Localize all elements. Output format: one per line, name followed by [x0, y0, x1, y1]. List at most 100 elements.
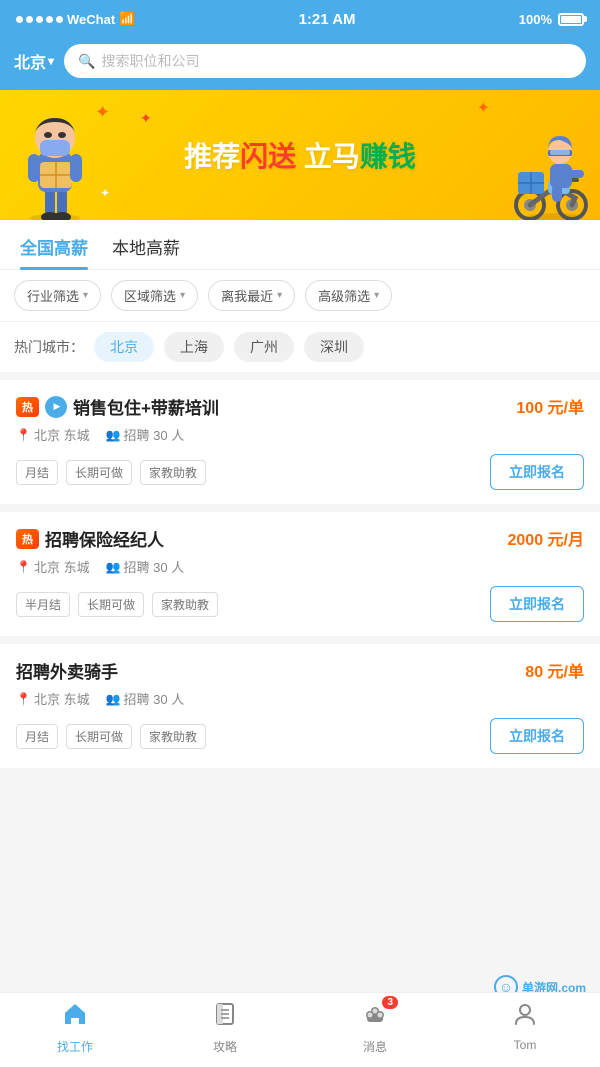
job-recruits-2: 👥 招聘 30 人 — [106, 557, 185, 576]
people-icon-3: 👥 — [106, 692, 121, 706]
nav-find-job[interactable]: 找工作 — [45, 1001, 105, 1055]
status-bar: WeChat 📶 1:21 AM 100% — [0, 0, 600, 36]
job-meta-1: 📍 北京 东城 👥 招聘 30 人 — [16, 425, 584, 444]
job-tags-1: 月结 长期可做 家教助教 — [16, 460, 206, 485]
apply-button-3[interactable]: 立即报名 — [490, 718, 584, 754]
banner-text2: 立马 — [296, 141, 360, 172]
tab-local[interactable]: 本地高薪 — [112, 234, 180, 269]
job-tag-3-1: 长期可做 — [66, 724, 132, 749]
signal-dots — [16, 16, 63, 23]
job-header-3: 招聘外卖骑手 80 元/单 — [16, 658, 584, 683]
hot-badge-2: 热 — [16, 529, 39, 549]
banner-figure-right — [510, 120, 590, 220]
job-location-3: 📍 北京 东城 — [16, 689, 90, 708]
job-footer-2: 半月结 长期可做 家教助教 立即报名 — [16, 586, 584, 622]
location-icon-2: 📍 — [16, 560, 31, 574]
job-tag-2-0: 半月结 — [16, 592, 70, 617]
profile-icon — [512, 1001, 538, 1034]
location-icon-1: 📍 — [16, 428, 31, 442]
battery-percent: 100% — [519, 12, 552, 27]
confetti-4: ✦ — [100, 186, 110, 200]
nav-label-strategy: 攻略 — [213, 1038, 237, 1055]
search-input: 搜索职位和公司 — [101, 51, 199, 71]
video-badge-1 — [45, 396, 67, 418]
people-icon-1: 👥 — [106, 428, 121, 442]
location-arrow: ▾ — [48, 54, 54, 68]
job-title-row-1: 热 销售包住+带薪培训 — [16, 394, 219, 419]
job-recruits-3: 👥 招聘 30 人 — [106, 689, 185, 708]
job-location-1: 📍 北京 东城 — [16, 425, 90, 444]
caret-icon: ▾ — [180, 290, 185, 301]
caret-icon: ▾ — [277, 290, 282, 301]
filter-nearby[interactable]: 离我最近 ▾ — [208, 280, 295, 311]
banner-highlight2: 赚钱 — [360, 141, 416, 172]
job-tag-2-2: 家教助教 — [152, 592, 218, 617]
apply-button-1[interactable]: 立即报名 — [490, 454, 584, 490]
status-time: 1:21 AM — [299, 11, 356, 28]
nav-label-message: 消息 — [363, 1038, 387, 1055]
job-footer-3: 月结 长期可做 家教助教 立即报名 — [16, 718, 584, 754]
city-beijing[interactable]: 北京 — [94, 332, 154, 362]
battery-icon — [558, 13, 584, 26]
job-tag-1-2: 家教助教 — [140, 460, 206, 485]
bottom-nav: 找工作 攻略 3 消息 — [0, 992, 600, 1067]
job-tag-3-2: 家教助教 — [140, 724, 206, 749]
city-shenzhen[interactable]: 深圳 — [304, 332, 364, 362]
tab-national[interactable]: 全国高薪 — [20, 234, 88, 269]
location-icon-3: 📍 — [16, 692, 31, 706]
nav-message[interactable]: 3 消息 — [345, 1001, 405, 1055]
job-tag-1-0: 月结 — [16, 460, 58, 485]
message-badge: 3 — [382, 996, 398, 1009]
filter-advanced[interactable]: 高级筛选 ▾ — [305, 280, 392, 311]
job-title-3: 招聘外卖骑手 — [16, 658, 118, 683]
banner-text: 推荐闪送 立马赚钱 — [184, 135, 416, 175]
city-guangzhou[interactable]: 广州 — [234, 332, 294, 362]
job-title-row-2: 热 招聘保险经纪人 — [16, 526, 164, 551]
job-card-3: 招聘外卖骑手 80 元/单 📍 北京 东城 👥 招聘 30 人 月结 长期可做 … — [0, 644, 600, 768]
job-header-2: 热 招聘保险经纪人 2000 元/月 — [16, 526, 584, 551]
location-button[interactable]: 北京 ▾ — [14, 49, 54, 73]
job-tag-1-1: 长期可做 — [66, 460, 132, 485]
banner: 推荐闪送 立马赚钱 — [0, 90, 600, 220]
filter-industry[interactable]: 行业筛选 ▾ — [14, 280, 101, 311]
home-icon — [62, 1001, 88, 1034]
filter-area[interactable]: 区域筛选 ▾ — [111, 280, 198, 311]
filters: 行业筛选 ▾ 区域筛选 ▾ 离我最近 ▾ 高级筛选 ▾ — [0, 270, 600, 322]
apply-button-2[interactable]: 立即报名 — [490, 586, 584, 622]
caret-icon: ▾ — [83, 290, 88, 301]
nav-profile[interactable]: Tom — [495, 1001, 555, 1055]
banner-text1: 推荐 — [184, 141, 240, 172]
book-icon — [212, 1001, 238, 1034]
search-bar[interactable]: 🔍 搜索职位和公司 — [64, 44, 586, 78]
job-title-2: 招聘保险经纪人 — [45, 526, 164, 551]
nav-label-profile: Tom — [514, 1038, 537, 1052]
job-tag-2-1: 长期可做 — [78, 592, 144, 617]
header: 北京 ▾ 🔍 搜索职位和公司 — [0, 36, 600, 90]
status-left: WeChat 📶 — [16, 11, 135, 27]
job-tags-3: 月结 长期可做 家教助教 — [16, 724, 206, 749]
job-footer-1: 月结 长期可做 家教助教 立即报名 — [16, 454, 584, 490]
job-title-1: 销售包住+带薪培训 — [73, 394, 219, 419]
hot-badge-1: 热 — [16, 397, 39, 417]
nav-strategy[interactable]: 攻略 — [195, 1001, 255, 1055]
job-salary-1: 100 元/单 — [516, 394, 584, 418]
job-tag-3-0: 月结 — [16, 724, 58, 749]
confetti-3: ✦ — [477, 98, 490, 118]
hot-cities-label: 热门城市： — [14, 337, 84, 357]
job-card-1: 热 销售包住+带薪培训 100 元/单 📍 北京 东城 👥 招聘 30 人 月结… — [0, 380, 600, 504]
tabs: 全国高薪 本地高薪 — [0, 220, 600, 270]
nav-label-find-job: 找工作 — [57, 1038, 93, 1055]
app-name: WeChat — [67, 12, 115, 27]
job-title-row-3: 招聘外卖骑手 — [16, 658, 118, 683]
job-salary-3: 80 元/单 — [525, 658, 584, 682]
job-card-2: 热 招聘保险经纪人 2000 元/月 📍 北京 东城 👥 招聘 30 人 半月结… — [0, 512, 600, 636]
banner-highlight1: 闪送 — [240, 141, 296, 172]
city-shanghai[interactable]: 上海 — [164, 332, 224, 362]
job-recruits-1: 👥 招聘 30 人 — [106, 425, 185, 444]
status-right: 100% — [519, 12, 584, 27]
people-icon-2: 👥 — [106, 560, 121, 574]
location-text: 北京 — [14, 49, 46, 73]
caret-icon: ▾ — [374, 290, 379, 301]
message-icon: 3 — [362, 1001, 388, 1034]
job-meta-3: 📍 北京 东城 👥 招聘 30 人 — [16, 689, 584, 708]
